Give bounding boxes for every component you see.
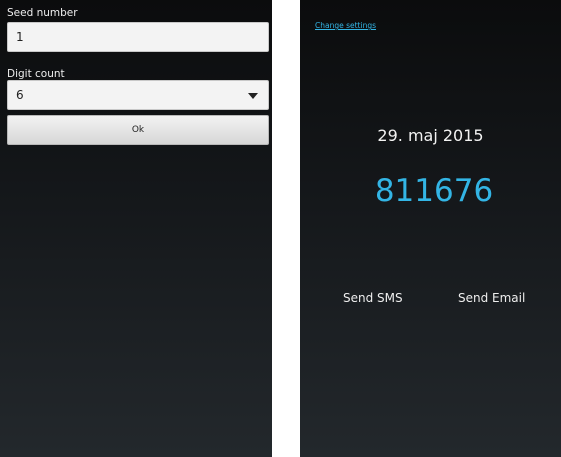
dropdown-arrow-icon bbox=[248, 93, 258, 99]
result-screen: Change settings 29. maj 2015 811676 Send… bbox=[300, 0, 561, 457]
digit-count-label: Digit count bbox=[7, 68, 65, 80]
digit-count-select[interactable]: 6 bbox=[7, 80, 269, 110]
send-email-button[interactable]: Send Email bbox=[458, 291, 525, 305]
generated-code: 811676 bbox=[374, 173, 494, 209]
ok-button[interactable]: Ok bbox=[7, 115, 269, 145]
date-text: 29. maj 2015 bbox=[377, 126, 484, 145]
send-sms-button[interactable]: Send SMS bbox=[343, 291, 403, 305]
settings-screen: Seed number Digit count 6 Ok bbox=[0, 0, 272, 457]
seed-number-field[interactable] bbox=[7, 22, 269, 52]
digit-count-value: 6 bbox=[16, 88, 24, 102]
seed-number-label: Seed number bbox=[7, 7, 78, 19]
change-settings-link[interactable]: Change settings bbox=[315, 21, 376, 30]
seed-number-input[interactable] bbox=[16, 23, 243, 51]
